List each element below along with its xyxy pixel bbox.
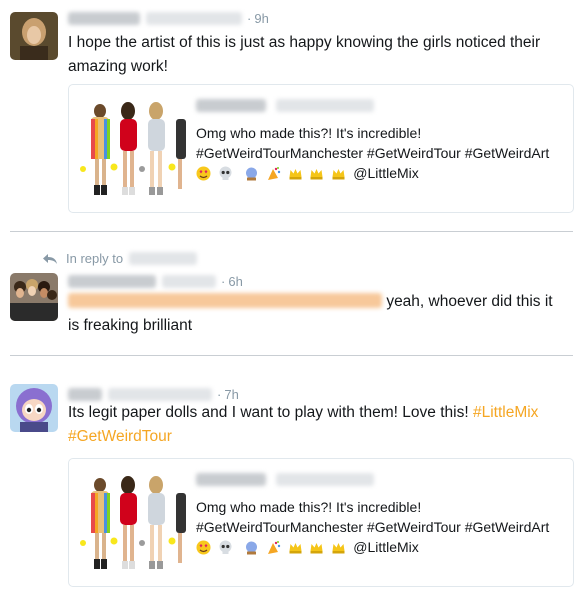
quoted-tweet-line-1: Omg who made this?! It's incredible! bbox=[196, 499, 422, 515]
blurred-display-name[interactable] bbox=[68, 274, 156, 288]
blurred-mentions[interactable] bbox=[68, 293, 382, 308]
tweet-2[interactable]: · 6h yeah, whoever did this it is freaki… bbox=[0, 265, 587, 355]
crown-emoji bbox=[310, 543, 323, 554]
tweet-text-line-2: is freaking brilliant bbox=[68, 317, 193, 334]
crown-emoji bbox=[289, 543, 302, 554]
timestamp[interactable]: 9h bbox=[254, 11, 268, 26]
in-reply-to[interactable]: In reply to bbox=[42, 251, 198, 266]
heart-eyes-emoji bbox=[196, 540, 211, 555]
quoted-tweet-hashtags[interactable]: #GetWeirdTourManchester #GetWeirdTour #G… bbox=[196, 143, 549, 163]
blurred-display-name[interactable] bbox=[196, 99, 266, 112]
crystal-ball-emoji bbox=[245, 541, 257, 555]
tweet-1[interactable]: · 9h I hope the artist of this is just a… bbox=[0, 0, 587, 230]
blurred-display-name[interactable] bbox=[68, 11, 140, 25]
crown-emoji bbox=[310, 169, 323, 180]
timestamp[interactable]: 7h bbox=[224, 387, 238, 402]
quoted-tweet-line-1: Omg who made this?! It's incredible! bbox=[196, 125, 422, 141]
blurred-reply-handle[interactable] bbox=[129, 252, 198, 265]
tweet-text: Its legit paper dolls and I want to play… bbox=[68, 401, 573, 449]
blurred-handle[interactable] bbox=[162, 274, 216, 288]
crown-emoji bbox=[332, 543, 345, 554]
heart-eyes-emoji bbox=[196, 166, 211, 181]
crown-emoji bbox=[332, 169, 345, 180]
crown-emoji bbox=[289, 169, 302, 180]
tweet-header: · 6h bbox=[68, 272, 243, 290]
skull-emoji bbox=[219, 166, 232, 180]
avatar[interactable] bbox=[10, 12, 58, 60]
tweet-text: yeah, whoever did this it is freaking br… bbox=[68, 290, 573, 338]
paper-dolls-image[interactable] bbox=[80, 473, 187, 573]
quoted-tweet-header bbox=[196, 99, 375, 117]
blurred-handle[interactable] bbox=[276, 473, 375, 486]
tweet-3[interactable]: · 7h Its legit paper dolls and I want to… bbox=[0, 370, 587, 607]
avatar[interactable] bbox=[10, 273, 58, 321]
skull-emoji bbox=[219, 540, 232, 554]
hashtag-getweirdtour[interactable]: #GetWeirdTour bbox=[68, 428, 172, 445]
tweet-text-body: Its legit paper dolls and I want to play… bbox=[68, 404, 469, 421]
in-reply-to-label: In reply to bbox=[66, 251, 124, 266]
paper-dolls-image[interactable] bbox=[80, 99, 187, 199]
party-popper-emoji bbox=[267, 541, 280, 554]
tweet-text-line-1: yeah, whoever did this it bbox=[386, 293, 553, 310]
quoted-tweet-emoji-line: @LittleMix bbox=[196, 163, 419, 183]
blurred-handle[interactable] bbox=[108, 387, 212, 401]
crystal-ball-emoji bbox=[245, 167, 257, 181]
party-popper-emoji bbox=[267, 167, 280, 180]
separator-dot: · bbox=[247, 10, 252, 26]
separator-dot: · bbox=[221, 273, 226, 289]
tweet-header: · 9h bbox=[68, 9, 269, 27]
quoted-tweet-emoji-line: @LittleMix bbox=[196, 537, 419, 557]
tweet-divider bbox=[10, 231, 573, 232]
reply-arrow-icon bbox=[43, 253, 57, 264]
separator-dot: · bbox=[217, 386, 222, 402]
tweet-divider bbox=[10, 355, 573, 356]
quoted-tweet-card[interactable]: Omg who made this?! It's incredible! #Ge… bbox=[68, 84, 574, 213]
blurred-handle[interactable] bbox=[146, 11, 242, 25]
hashtag-littlemix[interactable]: #LittleMix bbox=[473, 404, 538, 421]
quoted-tweet-hashtags[interactable]: #GetWeirdTourManchester #GetWeirdTour #G… bbox=[196, 517, 549, 537]
mention-link[interactable]: @LittleMix bbox=[353, 165, 419, 181]
mention-link[interactable]: @LittleMix bbox=[353, 539, 419, 555]
quoted-tweet-card[interactable]: Omg who made this?! It's incredible! #Ge… bbox=[68, 458, 574, 587]
blurred-handle[interactable] bbox=[276, 99, 375, 112]
quoted-tweet-header bbox=[196, 473, 375, 491]
timestamp[interactable]: 6h bbox=[228, 274, 242, 289]
tweet-text: I hope the artist of this is just as hap… bbox=[68, 34, 541, 75]
blurred-display-name[interactable] bbox=[68, 387, 102, 401]
avatar[interactable] bbox=[10, 384, 58, 432]
blurred-display-name[interactable] bbox=[196, 473, 266, 486]
